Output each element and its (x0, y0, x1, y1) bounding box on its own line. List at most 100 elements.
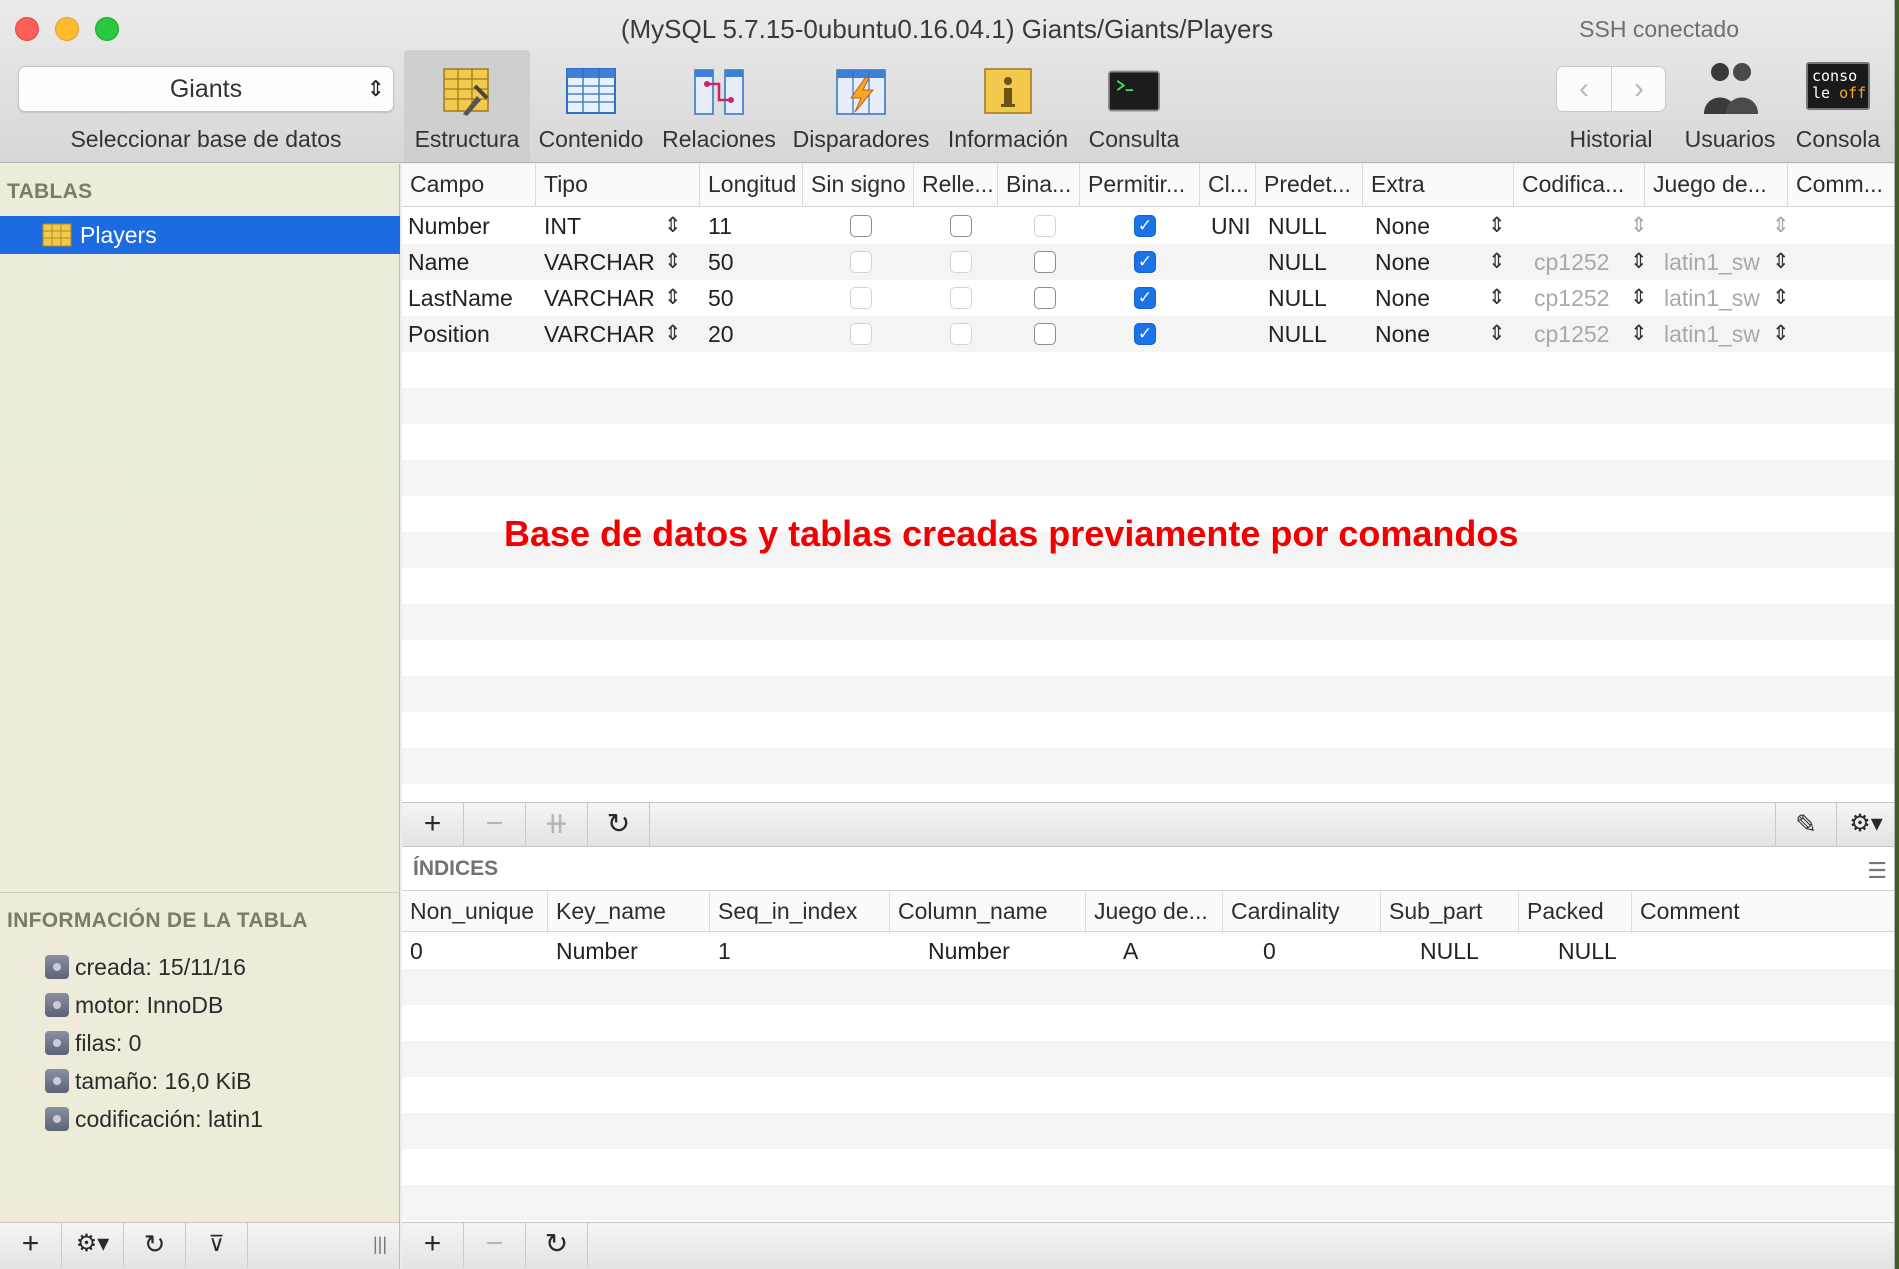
consola-button[interactable]: conso le off Consola (1790, 50, 1886, 162)
field-default[interactable]: NULL (1262, 316, 1327, 352)
col-sin-signo[interactable]: Sin signo (803, 164, 914, 207)
col-sub-part[interactable]: Sub_part (1381, 891, 1519, 934)
field-collation[interactable]: latin1_sw (1658, 280, 1760, 316)
field-name[interactable]: Name (402, 244, 469, 280)
menu-icon[interactable]: ☰ (1867, 858, 1887, 884)
col-relleno[interactable]: Relle... (914, 164, 998, 207)
encoding-updown-icon[interactable]: ⇕ (1630, 208, 1648, 244)
toolbar-contenido-button[interactable]: Contenido (536, 50, 646, 162)
field-name[interactable]: LastName (402, 280, 513, 316)
field-collation[interactable]: latin1_sw (1658, 316, 1760, 352)
encoding-updown-icon[interactable]: ⇕ (1630, 244, 1648, 280)
add-index-button[interactable]: + (402, 1223, 464, 1267)
col-comentario[interactable]: Comm... (1788, 164, 1894, 207)
type-updown-icon[interactable]: ⇕ (664, 316, 682, 352)
edit-pencil-icon[interactable]: ✎ (1775, 803, 1837, 847)
col-predeterminado[interactable]: Predet... (1256, 164, 1363, 207)
extra-updown-icon[interactable]: ⇕ (1488, 280, 1506, 316)
field-type[interactable]: VARCHAR (538, 244, 655, 280)
table-row[interactable]: Number INT ⇕ 11 ✓ UNI NULL None ⇕ ⇕ ⇕ (402, 208, 1894, 244)
field-extra[interactable]: None (1369, 244, 1430, 280)
field-name[interactable]: Number (402, 208, 490, 244)
remove-index-button[interactable]: − (464, 1223, 526, 1267)
col-juego-caracteres[interactable]: Juego de... (1645, 164, 1788, 207)
col-tipo[interactable]: Tipo (536, 164, 700, 207)
toolbar-consulta-button[interactable]: Consulta (1082, 50, 1186, 162)
binary-checkbox[interactable] (1034, 287, 1056, 309)
field-length[interactable]: 20 (702, 316, 734, 352)
field-length[interactable]: 50 (702, 244, 734, 280)
filter-tables-icon[interactable]: ⊽ (186, 1223, 248, 1267)
field-type[interactable]: VARCHAR (538, 316, 655, 352)
toolbar-relaciones-button[interactable]: Relaciones (658, 50, 780, 162)
duplicate-field-button[interactable]: ⧺ (526, 803, 588, 847)
col-seq-in-index[interactable]: Seq_in_index (710, 891, 890, 934)
field-type[interactable]: INT (538, 208, 581, 244)
collation-updown-icon[interactable]: ⇕ (1772, 208, 1790, 244)
collation-updown-icon[interactable]: ⇕ (1772, 244, 1790, 280)
table-row[interactable]: LastName VARCHAR ⇕ 50 ✓ NULL None ⇕ cp12… (402, 280, 1894, 316)
table-row[interactable]: Name VARCHAR ⇕ 50 ✓ NULL None ⇕ cp1252 ⇕… (402, 244, 1894, 280)
add-field-button[interactable]: + (402, 803, 464, 847)
field-encoding[interactable]: cp1252 (1528, 316, 1609, 352)
refresh-indices-icon[interactable]: ↻ (526, 1223, 588, 1267)
field-collation[interactable] (1658, 208, 1664, 244)
field-extra[interactable]: None (1369, 316, 1430, 352)
col-non-unique[interactable]: Non_unique (402, 891, 548, 934)
field-extra[interactable]: None (1369, 280, 1430, 316)
col-key-name[interactable]: Key_name (548, 891, 710, 934)
refresh-tables-icon[interactable]: ↻ (124, 1223, 186, 1267)
col-column-name[interactable]: Column_name (890, 891, 1086, 934)
database-select[interactable]: Giants ⇕ (18, 66, 394, 112)
toolbar-disparadores-button[interactable]: Disparadores (790, 50, 932, 162)
field-type[interactable]: VARCHAR (538, 280, 655, 316)
type-updown-icon[interactable]: ⇕ (664, 208, 682, 244)
allow-null-checkbox[interactable]: ✓ (1134, 287, 1156, 309)
col-binario[interactable]: Bina... (998, 164, 1080, 207)
col-collation[interactable]: Juego de... (1086, 891, 1223, 934)
extra-updown-icon[interactable]: ⇕ (1488, 208, 1506, 244)
col-permitir-nulo[interactable]: Permitir... (1080, 164, 1200, 207)
allow-null-checkbox[interactable]: ✓ (1134, 215, 1156, 237)
encoding-updown-icon[interactable]: ⇕ (1630, 316, 1648, 352)
binary-checkbox[interactable] (1034, 323, 1056, 345)
field-length[interactable]: 50 (702, 280, 734, 316)
encoding-updown-icon[interactable]: ⇕ (1630, 280, 1648, 316)
binary-checkbox[interactable] (1034, 251, 1056, 273)
col-campo[interactable]: Campo (402, 164, 536, 207)
col-extra[interactable]: Extra (1363, 164, 1514, 207)
usuarios-button[interactable]: Usuarios (1680, 50, 1780, 162)
field-encoding[interactable]: cp1252 (1528, 280, 1609, 316)
zerofill-checkbox[interactable] (950, 215, 972, 237)
field-extra[interactable]: None (1369, 208, 1430, 244)
table-actions-gear-icon[interactable]: ⚙▾ (62, 1223, 124, 1267)
add-table-button[interactable]: + (0, 1223, 62, 1267)
col-clave[interactable]: Cl... (1200, 164, 1256, 207)
collation-updown-icon[interactable]: ⇕ (1772, 280, 1790, 316)
sidebar-resize-handle[interactable]: ||| (360, 1223, 400, 1267)
field-encoding[interactable]: cp1252 (1528, 244, 1609, 280)
col-packed[interactable]: Packed (1519, 891, 1632, 934)
field-encoding[interactable] (1528, 208, 1534, 244)
allow-null-checkbox[interactable]: ✓ (1134, 323, 1156, 345)
historial-button[interactable]: Historial (1556, 50, 1666, 162)
gear-icon[interactable]: ⚙▾ (1837, 803, 1894, 847)
field-collation[interactable]: latin1_sw (1658, 244, 1760, 280)
allow-null-checkbox[interactable]: ✓ (1134, 251, 1156, 273)
type-updown-icon[interactable]: ⇕ (664, 244, 682, 280)
field-default[interactable]: NULL (1262, 244, 1327, 280)
table-row[interactable]: Position VARCHAR ⇕ 20 ✓ NULL None ⇕ cp12… (402, 316, 1894, 352)
col-cardinality[interactable]: Cardinality (1223, 891, 1381, 934)
collation-updown-icon[interactable]: ⇕ (1772, 316, 1790, 352)
refresh-icon[interactable]: ↻ (588, 803, 650, 847)
field-default[interactable]: NULL (1262, 280, 1327, 316)
unsigned-checkbox[interactable] (850, 215, 872, 237)
field-default[interactable]: NULL (1262, 208, 1327, 244)
type-updown-icon[interactable]: ⇕ (664, 280, 682, 316)
sidebar-item-players[interactable]: Players (0, 216, 400, 254)
field-name[interactable]: Position (402, 316, 490, 352)
col-comment[interactable]: Comment (1632, 891, 1894, 934)
col-longitud[interactable]: Longitud (700, 164, 803, 207)
col-codificacion[interactable]: Codifica... (1514, 164, 1645, 207)
table-row[interactable]: 0 Number 1 Number A 0 NULL NULL (402, 933, 1894, 969)
